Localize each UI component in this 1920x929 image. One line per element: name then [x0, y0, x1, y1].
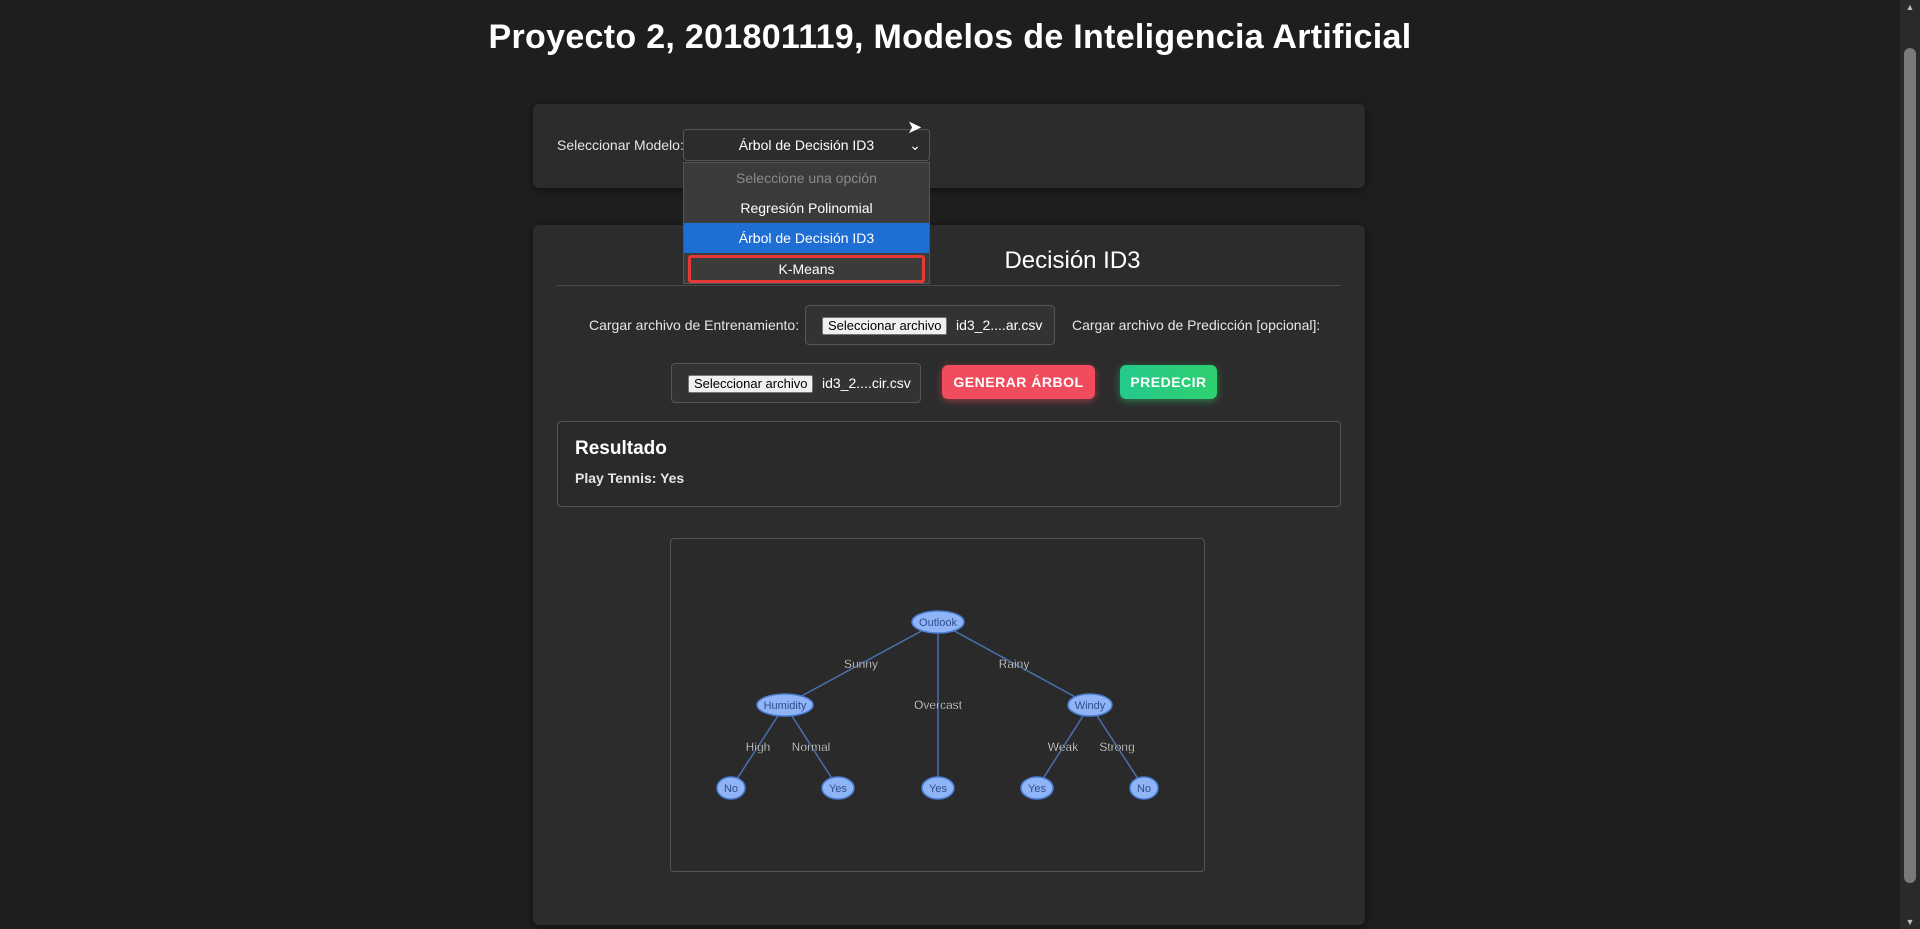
divider — [557, 285, 1341, 286]
option-arbol-id3[interactable]: Árbol de Decisión ID3 — [684, 223, 929, 253]
result-text: Play Tennis: Yes — [575, 470, 685, 486]
node-humidity: Humidity — [764, 700, 807, 712]
model-heading: Decisión ID3 — [1004, 247, 1141, 274]
edge-label-high: High — [746, 740, 771, 754]
result-title: Resultado — [575, 438, 667, 459]
node-yes-1: Yes — [829, 783, 847, 795]
edge-label-rainy: Rainy — [999, 657, 1030, 671]
result-box: Resultado Play Tennis: Yes — [557, 421, 1341, 507]
node-no-1: No — [724, 783, 738, 795]
train-file-button[interactable]: Seleccionar archivo — [822, 317, 948, 335]
option-placeholder: Seleccione una opción — [736, 170, 877, 186]
node-no-2: No — [1137, 783, 1151, 795]
decision-tree-graph: Sunny Rainy High Normal Weak Strong Over… — [670, 538, 1205, 872]
edge-label-normal: Normal — [792, 740, 831, 754]
tree-svg: Sunny Rainy High Normal Weak Strong Over… — [716, 610, 1159, 800]
predict-file-button[interactable]: Seleccionar archivo — [688, 375, 814, 393]
edge-label-sunny: Sunny — [844, 657, 878, 671]
train-file-input[interactable]: Seleccionar archivo id3_2....ar.csv — [805, 305, 1055, 345]
node-outlook: Outlook — [919, 617, 957, 629]
predict-file-name: id3_2....cir.csv — [822, 375, 911, 391]
page-scrollbar[interactable]: ▲ ▼ — [1900, 0, 1920, 929]
option-regresion-polinomial[interactable]: Regresión Polinomial — [684, 193, 929, 223]
mouse-cursor-icon: ➤ — [907, 117, 923, 137]
edge-label-strong: Strong — [1099, 740, 1134, 754]
model-dropdown-list: Seleccione una opción Regresión Polinomi… — [683, 162, 930, 284]
scroll-up-icon[interactable]: ▲ — [1900, 0, 1920, 14]
predict-file-label: Cargar archivo de Predicción [opcional]: — [1072, 317, 1321, 333]
option-k-means[interactable]: K-Means — [688, 255, 925, 283]
scrollbar-thumb[interactable] — [1904, 48, 1916, 883]
model-select-panel: Seleccionar Modelo: Árbol de Decisión ID… — [533, 104, 1365, 188]
model-select[interactable]: Árbol de Decisión ID3 ⌄ — [683, 129, 930, 161]
page-title: Proyecto 2, 201801119, Modelos de Inteli… — [488, 18, 1412, 56]
node-windy: Windy — [1075, 700, 1106, 712]
model-select-value: Árbol de Decisión ID3 — [738, 137, 875, 153]
main-panel: Decisión ID3 Cargar archivo de Entrenami… — [533, 225, 1365, 925]
node-yes-3: Yes — [1028, 783, 1046, 795]
node-yes-2: Yes — [929, 783, 947, 795]
node-overcast: Overcast — [914, 698, 963, 712]
train-file-name: id3_2....ar.csv — [956, 317, 1043, 333]
scroll-down-icon[interactable]: ▼ — [1900, 915, 1920, 929]
predict-button[interactable]: PREDECIR — [1120, 365, 1217, 399]
predict-file-input[interactable]: Seleccionar archivo id3_2....cir.csv — [671, 363, 921, 403]
train-file-label: Cargar archivo de Entrenamiento: — [589, 317, 800, 333]
generate-tree-button[interactable]: GENERAR ÁRBOL — [942, 365, 1095, 399]
model-select-label: Seleccionar Modelo: — [557, 137, 684, 153]
edge-label-weak: Weak — [1048, 740, 1079, 754]
